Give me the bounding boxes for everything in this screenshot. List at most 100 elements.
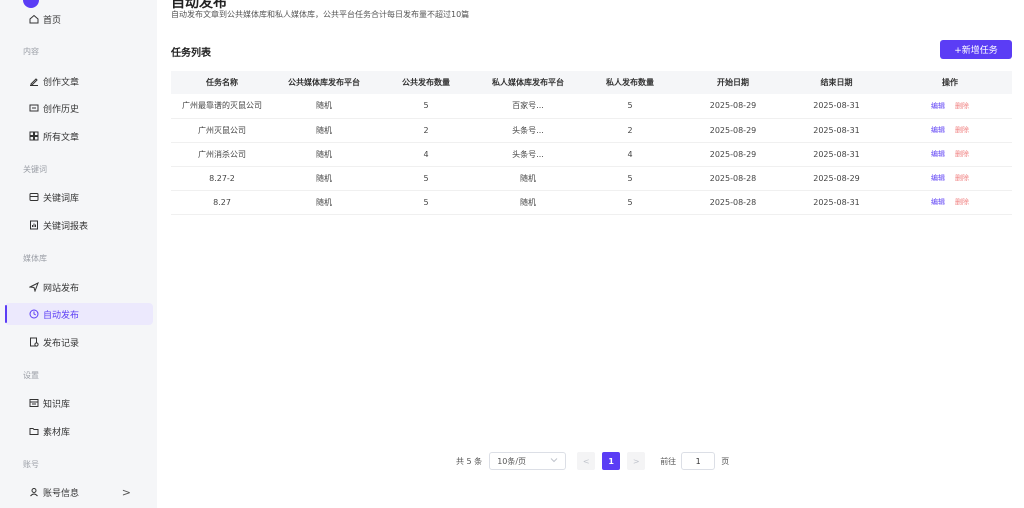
cell-actions: 编辑 删除 — [888, 166, 1012, 191]
sidebar-item-label: 所有文章 — [43, 132, 80, 143]
cell-end-date: 2025-08-29 — [785, 166, 888, 191]
table-row: 8.27-2 随机 5 随机 5 2025-08-28 2025-08-29 编… — [171, 166, 1012, 191]
pagination: 共 5 条 10条/页 < 1 > 前往 1 页 — [456, 452, 729, 470]
avatar[interactable] — [23, 0, 39, 8]
page-number-current[interactable]: 1 — [602, 452, 621, 470]
sidebar-item-label: 网站发布 — [43, 283, 80, 294]
sidebar-item-label: 创作历史 — [43, 104, 80, 115]
history-icon — [29, 103, 39, 113]
column-header: 操作 — [888, 71, 1012, 94]
sidebar-item-label: 创作文章 — [43, 77, 80, 88]
column-header: 结束日期 — [785, 71, 888, 94]
edit-icon — [29, 76, 39, 86]
sidebar-item-site-publish[interactable]: 网站发布 — [5, 276, 153, 298]
report-icon — [29, 220, 39, 230]
clock-icon — [29, 309, 39, 319]
task-list-title: 任务列表 — [171, 48, 211, 59]
folder-icon — [29, 426, 39, 436]
table-row: 广州灭鼠公司 随机 2 头条号... 2 2025-08-29 2025-08-… — [171, 118, 1012, 143]
cell-actions: 编辑 删除 — [888, 118, 1012, 143]
home-icon — [29, 14, 39, 24]
cell-start-date: 2025-08-29 — [681, 94, 785, 119]
cell-public-count: 5 — [375, 190, 477, 215]
cell-public-count: 5 — [375, 94, 477, 119]
main-content: 自动发布 自动发布文章到公共媒体库和私人媒体库，公共平台任务合计每日发布量不超过… — [157, 0, 1024, 508]
edit-link[interactable]: 编辑 — [931, 126, 945, 134]
page-size-select[interactable]: 10条/页 — [489, 452, 567, 470]
delete-link[interactable]: 删除 — [955, 198, 969, 206]
sidebar-item-keyword-report[interactable]: 关键词报表 — [5, 214, 153, 236]
sidebar-item-home[interactable]: 首页 — [5, 8, 153, 30]
sidebar-item-knowledge-base[interactable]: 知识库 — [5, 392, 153, 414]
cell-task-name: 广州最靠谱的灭鼠公司 — [171, 94, 273, 119]
next-page-button[interactable]: > — [627, 452, 646, 470]
page-description: 自动发布文章到公共媒体库和私人媒体库，公共平台任务合计每日发布量不超过10篇 — [171, 10, 470, 19]
cell-public-count: 2 — [375, 118, 477, 143]
book-icon — [29, 398, 39, 408]
cell-start-date: 2025-08-29 — [681, 142, 785, 167]
sidebar-item-label: 素材库 — [43, 427, 71, 438]
goto-page-input[interactable]: 1 — [681, 452, 716, 470]
page-size-value: 10条/页 — [497, 456, 527, 466]
sidebar-item-material-library[interactable]: 素材库 — [5, 420, 153, 442]
cell-public-platform: 随机 — [273, 142, 375, 167]
cell-task-name: 8.27 — [171, 190, 273, 215]
cell-public-platform: 随机 — [273, 166, 375, 191]
sidebar: 首页 内容 创作文章 创作历史 所有文章 关键词 关键词库 关键词报表 媒体库 … — [0, 0, 157, 508]
cell-public-count: 4 — [375, 142, 477, 167]
column-header: 私人发布数量 — [579, 71, 681, 94]
section-label: 内容 — [23, 47, 39, 56]
cell-private-count: 4 — [579, 142, 681, 167]
add-task-button[interactable]: +新增任务 — [940, 40, 1012, 59]
delete-link[interactable]: 删除 — [955, 174, 969, 182]
edit-link[interactable]: 编辑 — [931, 150, 945, 158]
edit-link[interactable]: 编辑 — [931, 174, 945, 182]
column-header: 公共媒体库发布平台 — [273, 71, 375, 94]
cell-start-date: 2025-08-28 — [681, 190, 785, 215]
cell-actions: 编辑 删除 — [888, 142, 1012, 167]
cell-public-platform: 随机 — [273, 190, 375, 215]
sidebar-item-all-articles[interactable]: 所有文章 — [5, 125, 153, 147]
cell-task-name: 广州消杀公司 — [171, 142, 273, 167]
section-label: 关键词 — [23, 165, 47, 174]
cell-private-count: 5 — [579, 190, 681, 215]
goto-label: 前往 — [660, 456, 677, 466]
column-header: 任务名称 — [171, 71, 273, 94]
delete-link[interactable]: 删除 — [955, 150, 969, 158]
sidebar-item-auto-publish[interactable]: 自动发布 — [5, 303, 153, 325]
delete-link[interactable]: 删除 — [955, 126, 969, 134]
sidebar-item-account-info[interactable]: 账号信息 > — [5, 481, 153, 503]
cell-start-date: 2025-08-28 — [681, 166, 785, 191]
cell-private-platform: 头条号... — [477, 142, 579, 167]
edit-link[interactable]: 编辑 — [931, 198, 945, 206]
section-label: 设置 — [23, 371, 39, 380]
table-row: 8.27 随机 5 随机 5 2025-08-28 2025-08-31 编辑 删… — [171, 190, 1012, 215]
delete-link[interactable]: 删除 — [955, 102, 969, 110]
cell-task-name: 8.27-2 — [171, 166, 273, 191]
section-label: 账号 — [23, 460, 39, 469]
sidebar-item-label: 发布记录 — [43, 338, 80, 349]
edit-link[interactable]: 编辑 — [931, 102, 945, 110]
sidebar-item-publish-records[interactable]: 发布记录 — [5, 331, 153, 353]
table-row: 广州消杀公司 随机 4 头条号... 4 2025-08-29 2025-08-… — [171, 142, 1012, 167]
sidebar-item-keyword-library[interactable]: 关键词库 — [5, 186, 153, 208]
records-icon — [29, 337, 39, 347]
chevron-down-icon — [550, 456, 558, 466]
table-row: 广州最靠谱的灭鼠公司 随机 5 百家号... 5 2025-08-29 2025… — [171, 94, 1012, 119]
cell-private-platform: 随机 — [477, 190, 579, 215]
sidebar-item-label: 知识库 — [43, 399, 71, 410]
cell-private-count: 2 — [579, 118, 681, 143]
user-icon — [29, 487, 39, 497]
cell-actions: 编辑 删除 — [888, 190, 1012, 215]
sidebar-item-create-history[interactable]: 创作历史 — [5, 97, 153, 119]
cell-public-platform: 随机 — [273, 94, 375, 119]
page-suffix: 页 — [721, 456, 730, 466]
cell-public-platform: 随机 — [273, 118, 375, 143]
cell-actions: 编辑 删除 — [888, 94, 1012, 119]
section-label: 媒体库 — [23, 254, 47, 263]
column-header: 公共发布数量 — [375, 71, 477, 94]
sidebar-item-create-article[interactable]: 创作文章 — [5, 70, 153, 92]
column-header: 私人媒体库发布平台 — [477, 71, 579, 94]
prev-page-button[interactable]: < — [577, 452, 596, 470]
cell-private-platform: 头条号... — [477, 118, 579, 143]
